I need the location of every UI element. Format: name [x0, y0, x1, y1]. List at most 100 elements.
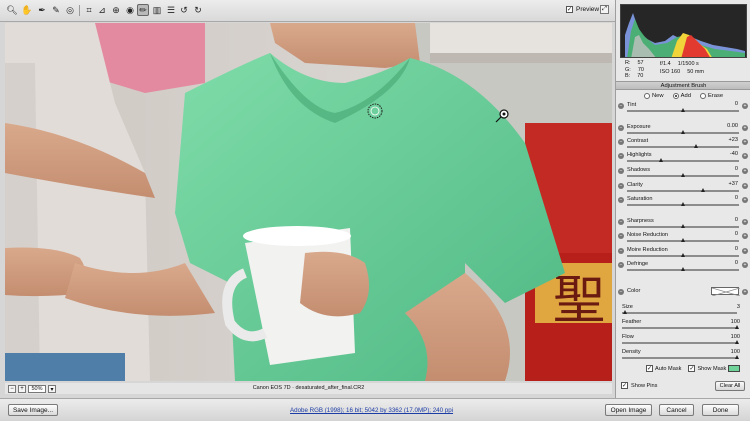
- slider-knob[interactable]: [681, 224, 685, 228]
- slider-plus-icon[interactable]: +: [742, 219, 748, 225]
- slider-defringe[interactable]: − Defringe 0 +: [616, 259, 750, 273]
- slider-noise-reduction[interactable]: − Noise Reduction 0 +: [616, 230, 750, 244]
- slider-plus-icon[interactable]: +: [742, 248, 748, 254]
- slider-plus-icon[interactable]: +: [742, 103, 748, 109]
- slider-knob[interactable]: [659, 158, 663, 162]
- auto-mask-checkbox[interactable]: ✓: [646, 365, 653, 372]
- slider-knob[interactable]: [681, 130, 685, 134]
- slider-plus-icon[interactable]: +: [742, 125, 748, 131]
- target-adjustment-tool-icon[interactable]: ◎: [64, 4, 76, 16]
- slider-plus-icon[interactable]: +: [742, 262, 748, 268]
- slider-shadows[interactable]: − Shadows 0 +: [616, 165, 750, 179]
- slider-contrast[interactable]: − Contrast +23 +: [616, 136, 750, 150]
- hand-tool-icon[interactable]: ✋: [21, 4, 33, 16]
- slider-plus-icon[interactable]: +: [742, 153, 748, 159]
- slider-value[interactable]: 0.00: [711, 123, 738, 130]
- brush-track[interactable]: [622, 357, 737, 359]
- slider-knob[interactable]: [681, 173, 685, 177]
- slider-value[interactable]: 0: [711, 166, 738, 173]
- slider-track[interactable]: [627, 160, 739, 162]
- slider-plus-icon[interactable]: +: [742, 139, 748, 145]
- slider-sharpness[interactable]: − Sharpness 0 +: [616, 216, 750, 230]
- show-pins-toggle[interactable]: ✓ Show Pins: [621, 382, 657, 389]
- brush-knob[interactable]: [735, 355, 739, 359]
- crop-tool-icon[interactable]: ⌗: [83, 4, 95, 16]
- rotate-cw-icon[interactable]: ↻: [192, 4, 204, 16]
- slider-minus-icon[interactable]: −: [618, 153, 624, 159]
- slider-minus-icon[interactable]: −: [618, 139, 624, 145]
- preview-toggle[interactable]: ✓ Preview: [566, 6, 599, 13]
- slider-track[interactable]: [627, 146, 739, 148]
- brush-feather[interactable]: Feather 100: [616, 318, 750, 333]
- slider-saturation[interactable]: − Saturation 0 +: [616, 194, 750, 208]
- brush-knob[interactable]: [623, 310, 627, 314]
- slider-knob[interactable]: [681, 253, 685, 257]
- slider-value[interactable]: 0: [711, 217, 738, 224]
- slider-knob[interactable]: [694, 144, 698, 148]
- color-sampler-tool-icon[interactable]: ✎: [50, 4, 62, 16]
- slider-plus-icon[interactable]: +: [742, 197, 748, 203]
- graduated-filter-tool-icon[interactable]: ▥: [151, 4, 163, 16]
- brush-track[interactable]: [622, 312, 737, 314]
- cancel-button[interactable]: Cancel: [659, 404, 694, 416]
- color-plus-icon[interactable]: +: [742, 289, 748, 295]
- slider-tint[interactable]: − Tint 0 +: [616, 100, 750, 114]
- mode-erase[interactable]: Erase: [699, 93, 723, 99]
- brush-value[interactable]: 3: [713, 304, 740, 310]
- brush-track[interactable]: [622, 327, 737, 329]
- slider-minus-icon[interactable]: −: [618, 262, 624, 268]
- slider-plus-icon[interactable]: +: [742, 233, 748, 239]
- slider-moire-reduction[interactable]: − Moire Reduction 0 +: [616, 245, 750, 259]
- slider-track[interactable]: [627, 190, 739, 192]
- clear-all-button[interactable]: Clear All: [715, 381, 745, 391]
- fullscreen-icon[interactable]: ⤢: [600, 5, 609, 14]
- brush-size[interactable]: Size 3: [616, 303, 750, 318]
- brush-flow[interactable]: Flow 100: [616, 333, 750, 348]
- brush-track[interactable]: [622, 342, 737, 344]
- mode-new[interactable]: New: [644, 93, 664, 99]
- show-mask-checkbox[interactable]: ✓: [688, 365, 696, 372]
- slider-knob[interactable]: [681, 238, 685, 242]
- slider-plus-icon[interactable]: +: [742, 168, 748, 174]
- slider-knob[interactable]: [681, 202, 685, 206]
- slider-value[interactable]: -40: [711, 151, 738, 158]
- preview-checkbox[interactable]: ✓: [566, 6, 573, 13]
- color-swatch[interactable]: [711, 287, 741, 297]
- open-image-button[interactable]: Open Image: [605, 404, 652, 416]
- slider-highlights[interactable]: − Highlights -40 +: [616, 150, 750, 164]
- slider-minus-icon[interactable]: −: [618, 233, 624, 239]
- brush-density[interactable]: Density 100: [616, 348, 750, 363]
- brush-knob[interactable]: [735, 340, 739, 344]
- slider-minus-icon[interactable]: −: [618, 197, 624, 203]
- slider-value[interactable]: 0: [711, 195, 738, 202]
- radio-add[interactable]: [672, 93, 679, 99]
- slider-knob[interactable]: [681, 267, 685, 271]
- straighten-tool-icon[interactable]: ⊿: [96, 4, 108, 16]
- color-minus-icon[interactable]: −: [618, 289, 624, 295]
- slider-minus-icon[interactable]: −: [618, 125, 624, 131]
- slider-clarity[interactable]: − Clarity +37 +: [616, 180, 750, 194]
- white-balance-tool-icon[interactable]: ✒: [36, 4, 48, 16]
- slider-plus-icon[interactable]: +: [742, 183, 748, 189]
- mode-add[interactable]: Add: [672, 93, 691, 99]
- slider-minus-icon[interactable]: −: [618, 219, 624, 225]
- slider-value[interactable]: 0: [711, 101, 738, 108]
- preferences-icon[interactable]: ☰: [165, 4, 177, 16]
- show-pins-checkbox[interactable]: ✓: [621, 382, 628, 389]
- show-mask-toggle[interactable]: ✓ Show Mask: [688, 365, 741, 372]
- radio-erase[interactable]: [699, 93, 706, 99]
- slider-value[interactable]: 0: [711, 231, 738, 238]
- slider-knob[interactable]: [681, 108, 685, 112]
- slider-value[interactable]: 0: [711, 260, 738, 267]
- slider-minus-icon[interactable]: −: [618, 183, 624, 189]
- workflow-options-link[interactable]: Adobe RGB (1998); 16 bit; 5042 by 3362 (…: [290, 407, 453, 414]
- slider-minus-icon[interactable]: −: [618, 248, 624, 254]
- auto-mask-toggle[interactable]: ✓ Auto Mask: [646, 365, 681, 372]
- adjustment-brush-tool-icon[interactable]: ✏: [137, 4, 149, 16]
- done-button[interactable]: Done: [702, 404, 739, 416]
- slider-minus-icon[interactable]: −: [618, 103, 624, 109]
- red-eye-tool-icon[interactable]: ◉: [124, 4, 136, 16]
- image-canvas[interactable]: 聖: [5, 23, 612, 381]
- slider-value[interactable]: +23: [711, 137, 739, 144]
- save-image-button[interactable]: Save Image...: [8, 404, 58, 416]
